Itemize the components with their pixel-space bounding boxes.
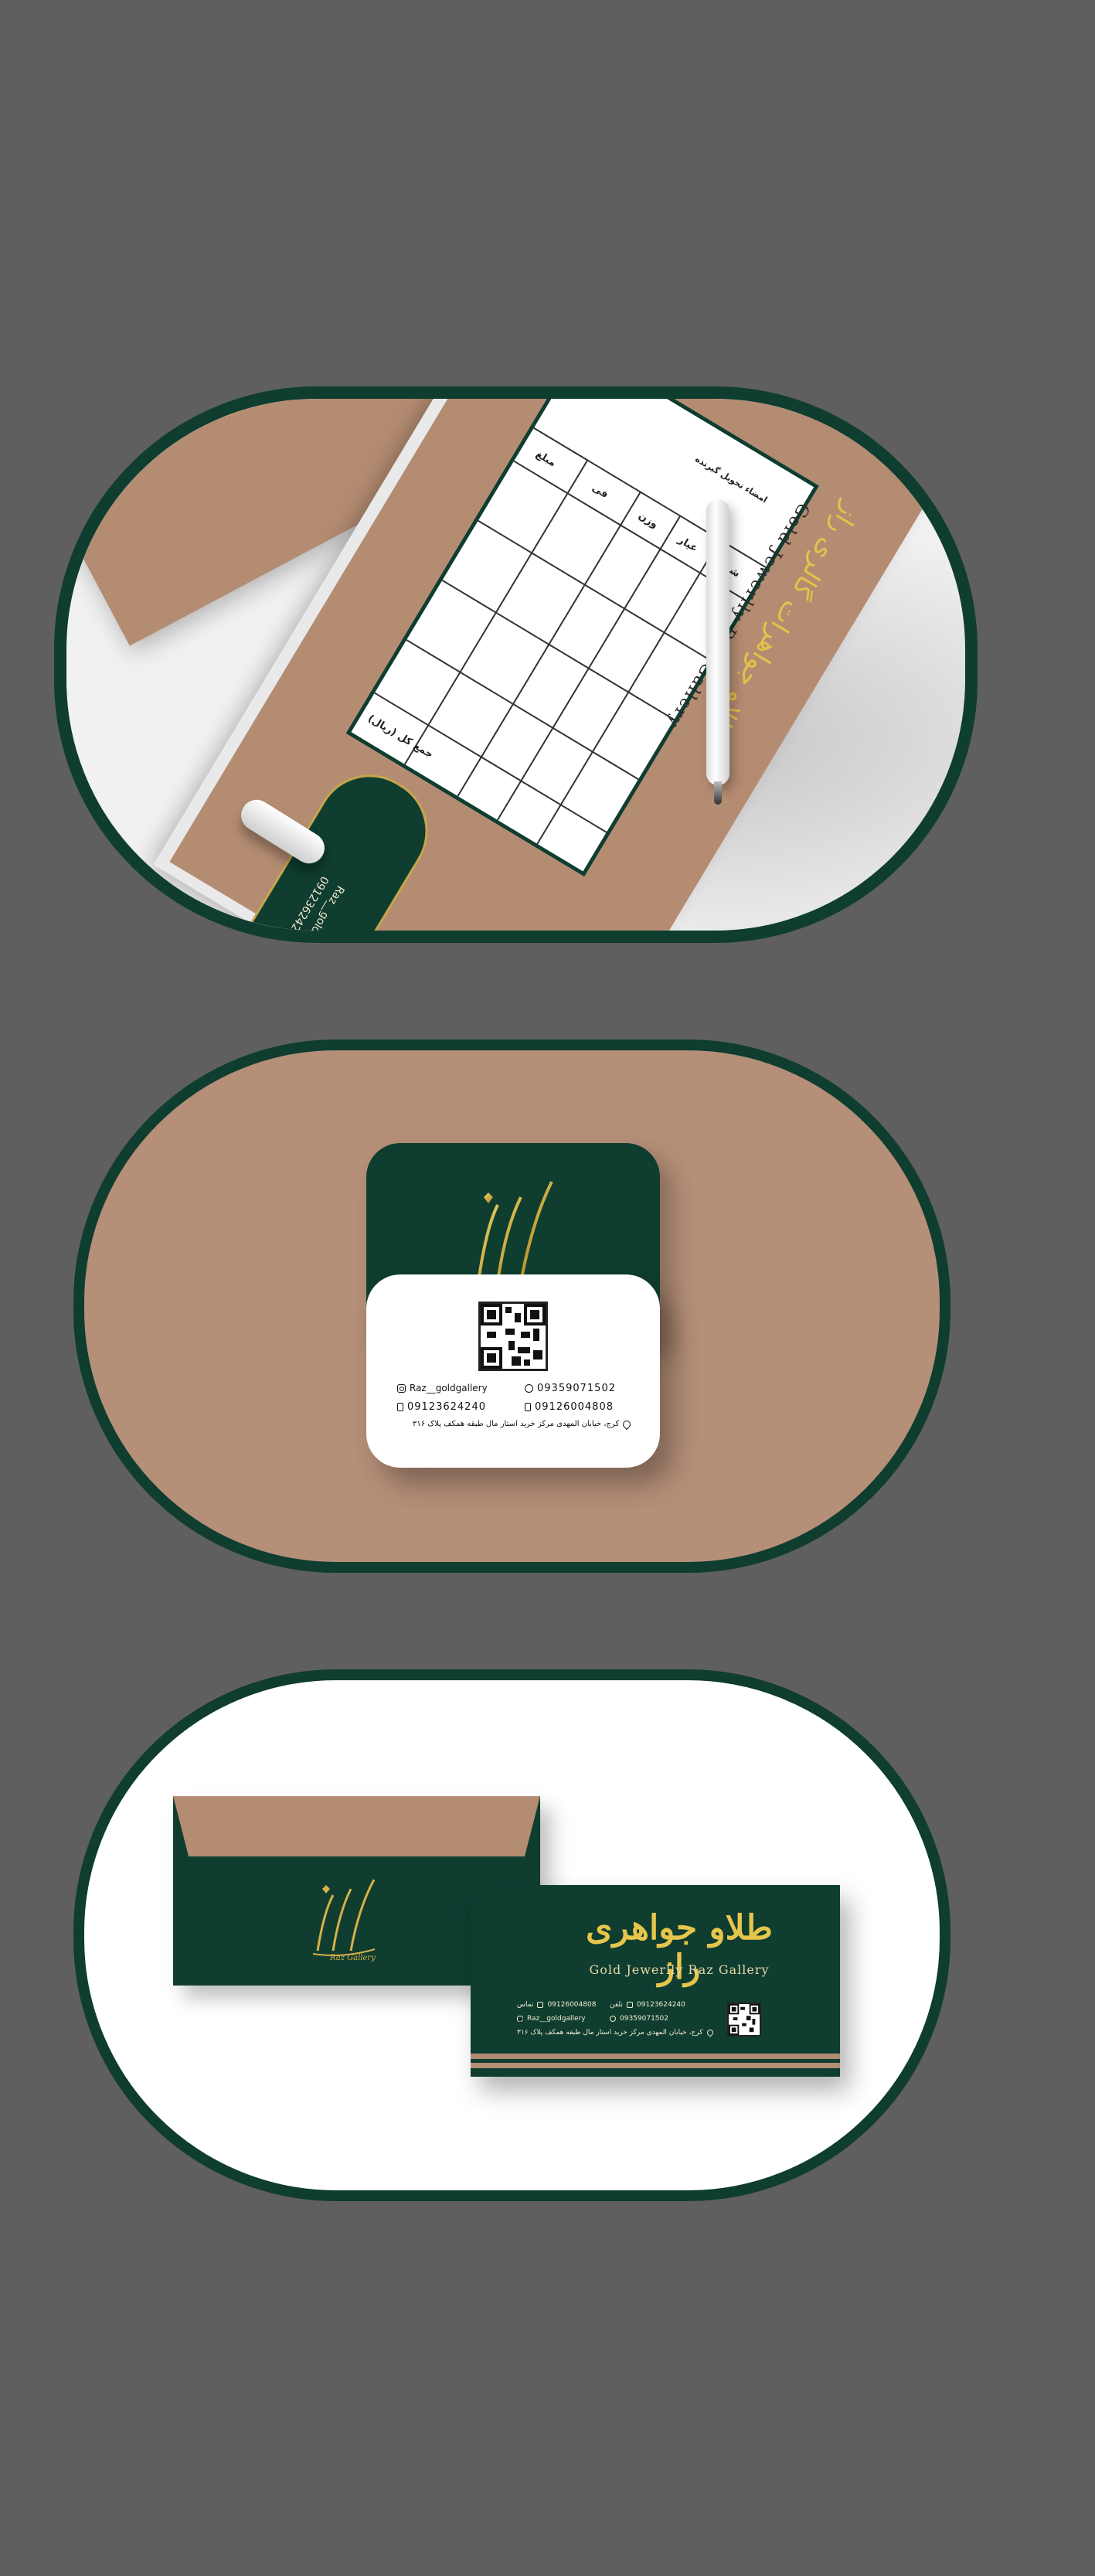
whatsapp-number: 09359071502 [537,1383,616,1394]
raz-logo-icon: Raz Gallery [208,399,344,418]
instagram-handle: Raz__goldgallery [410,1383,488,1393]
form-total-label: جمع کل (ریال) [366,713,435,761]
contact-address: کرج، خیابان المهدی مرکز خرید استار مال ط… [517,2028,715,2037]
qr-code-icon [729,2004,760,2035]
business-card-back: طلاو جواهری راز Gold Jewerlly Raz Galler… [471,1885,840,2077]
qr-code[interactable] [727,2003,761,2037]
column-label-weight: وزن [636,510,660,531]
business-card-panel: Raz__goldgallery 09359071502 09123624240… [73,1040,950,1573]
contact-mobile-2[interactable]: تماس 09126004808 [517,2001,596,2009]
mobile-number-1: 09123624240 [636,2001,685,2009]
contact-whatsapp[interactable]: 09359071502 [525,1383,616,1394]
raz-logo-icon: Raz Gallery [312,1879,376,1962]
qr-code[interactable] [478,1302,548,1371]
raz-logo-icon [472,1181,554,1289]
mobile-number-2: 09126004808 [535,1401,614,1413]
form-column [457,491,642,797]
notepad-mockup-panel: Raz Gallery شرح کالا عیار وزن فی مبلغ جم… [54,386,978,943]
location-pin-icon [621,1418,633,1430]
column-label-amount: مبلغ [533,448,558,470]
pen-body [706,499,729,785]
form-row [478,519,711,661]
qr-code-icon [481,1304,546,1369]
mobile-phone-icon [525,1403,531,1411]
address-text: کرج، خیابان المهدی مرکز خرید استار مال ط… [413,1420,620,1428]
whatsapp-icon [525,1384,533,1393]
pen-tip [714,781,722,805]
contact-mobile-1[interactable]: تلفن 09123624240 [610,2001,685,2009]
mobile-label: تماس [517,2001,534,2009]
brand-name-en: Gold Jewerlly Raz Gallery [589,1962,770,1977]
envelope-card-panel: Raz Gallery طلاو جواهری راز Gold Jewerll… [73,1669,950,2201]
envelope-flap [173,1796,540,1858]
location-pin-icon [705,2028,715,2037]
column-label-unit-price: فی [590,482,610,502]
form-header-line [533,427,767,568]
form-signature-label: امضاء تحویل گیرنده [693,454,770,505]
contact-instagram[interactable]: Raz__goldgallery [517,2015,586,2023]
logo-signature: Raz Gallery [329,1954,376,1962]
instagram-icon [517,2016,524,2023]
mobile-phone-icon [537,2002,544,2008]
mobile-number-1: 09123624240 [407,1401,486,1413]
contact-whatsapp[interactable]: 09359071502 [610,2015,668,2023]
form-row [406,639,639,781]
form-column [403,459,589,765]
contact-mobile-1[interactable]: 09123624240 [397,1401,486,1413]
address-text: کرج، خیابان المهدی مرکز خرید استار مال ط… [517,2029,703,2037]
contact-instagram[interactable]: Raz__goldgallery [397,1383,488,1393]
phone-label: تلفن [610,2001,623,2009]
whatsapp-number: 09359071502 [620,2015,668,2023]
contact-address: کرج، خیابان المهدی مرکز خرید استار مال ط… [413,1418,633,1430]
column-label-karat: عیار [675,534,700,555]
mobile-phone-icon [626,2002,633,2008]
card-stripe [471,2054,840,2059]
instagram-handle: Raz__goldgallery [527,2015,586,2023]
mobile-number-2: 09126004808 [547,2001,597,2009]
instagram-icon [397,1383,406,1393]
business-card: Raz__goldgallery 09359071502 09123624240… [366,1143,660,1468]
contact-mobile-2[interactable]: 09126004808 [525,1401,614,1413]
mobile-phone-icon [397,1403,403,1411]
card-front-info: Raz__goldgallery 09359071502 09123624240… [366,1274,660,1468]
contact-strip-text: Raz__goldgallery 09123624240 [270,873,349,931]
whatsapp-icon [610,2016,616,2022]
form-row [441,580,675,720]
form-column [496,515,682,821]
card-stripe [471,2063,840,2068]
